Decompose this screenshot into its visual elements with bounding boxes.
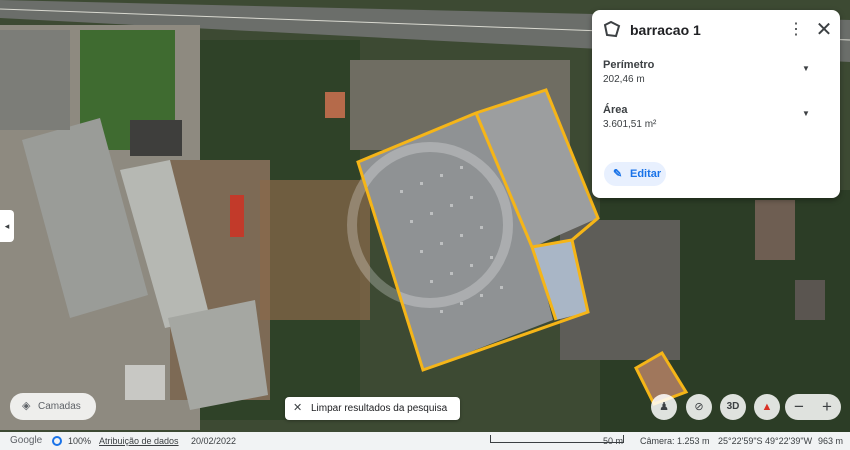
area-value: 3.601,51 m²: [603, 119, 657, 130]
imagery-date: 20/02/2022: [191, 436, 237, 446]
close-icon[interactable]: ✕: [814, 19, 834, 41]
tilt-off-icon: ⊘: [694, 401, 704, 413]
3d-label: 3D: [726, 401, 740, 412]
measured-polygon-main[interactable]: [356, 88, 600, 372]
clear-search-label: Limpar resultados da pesquisa: [311, 403, 448, 414]
compass-button[interactable]: ▲: [754, 394, 780, 420]
google-logo: Google: [10, 435, 43, 446]
zoom-in-button[interactable]: +: [813, 394, 841, 420]
chevron-down-icon[interactable]: ▼: [802, 64, 810, 73]
coordinates: 25°22'59"S 49°22'39"W: [718, 436, 813, 446]
attribution-link[interactable]: Atribuição de dados: [99, 432, 179, 450]
chevron-left-icon: ◂: [4, 221, 10, 231]
elevation: 963 m: [818, 436, 844, 446]
status-bar: Google 100% Atribuição de dados 20/02/20…: [0, 432, 850, 450]
clear-search-button[interactable]: ✕ Limpar resultados da pesquisa: [285, 397, 460, 420]
measured-divider-1: [474, 112, 534, 248]
layers-label: Camadas: [38, 401, 81, 412]
perimeter-row[interactable]: Perímetro 202,46 m ▼: [592, 59, 840, 95]
3d-button[interactable]: 3D: [720, 394, 746, 420]
zoom-out-button[interactable]: −: [785, 394, 813, 420]
render-quality-icon[interactable]: [52, 436, 62, 446]
chevron-down-icon[interactable]: ▼: [802, 109, 810, 118]
pencil-icon: ✎: [613, 168, 623, 180]
pegman-icon: ♟: [659, 401, 669, 413]
measured-divider-2: [531, 216, 599, 249]
collapse-sidebar-button[interactable]: ◂: [0, 210, 14, 242]
layers-icon: ◈: [22, 400, 31, 412]
measured-divider-3: [530, 246, 558, 321]
panel-title: barracao 1: [630, 22, 701, 38]
compass-icon: ▲: [761, 401, 773, 413]
edit-label: Editar: [630, 168, 662, 180]
close-icon: ✕: [293, 402, 303, 414]
perimeter-value: 202,46 m: [603, 74, 645, 85]
area-row[interactable]: Área 3.601,51 m² ▼: [592, 104, 840, 140]
area-label: Área: [603, 104, 628, 116]
render-quality: 100%: [68, 436, 92, 446]
edit-button[interactable]: ✎ Editar: [604, 162, 666, 186]
tilt-button[interactable]: ⊘: [686, 394, 712, 420]
perimeter-label: Perímetro: [603, 59, 655, 71]
more-options-icon[interactable]: ⋮: [788, 20, 804, 40]
zoom-controls: − +: [785, 394, 841, 420]
measurement-panel: barracao 1 ⋮ ✕ Perímetro 202,46 m ▼ Área…: [592, 10, 840, 198]
street-view-button[interactable]: ♟: [651, 394, 677, 420]
layers-button[interactable]: ◈ Camadas: [10, 393, 96, 420]
panel-header: barracao 1 ⋮ ✕: [592, 10, 840, 50]
polygon-icon: [603, 20, 621, 38]
scale-label: 50 m: [603, 436, 624, 446]
camera-altitude: Câmera: 1.253 m: [640, 436, 710, 446]
